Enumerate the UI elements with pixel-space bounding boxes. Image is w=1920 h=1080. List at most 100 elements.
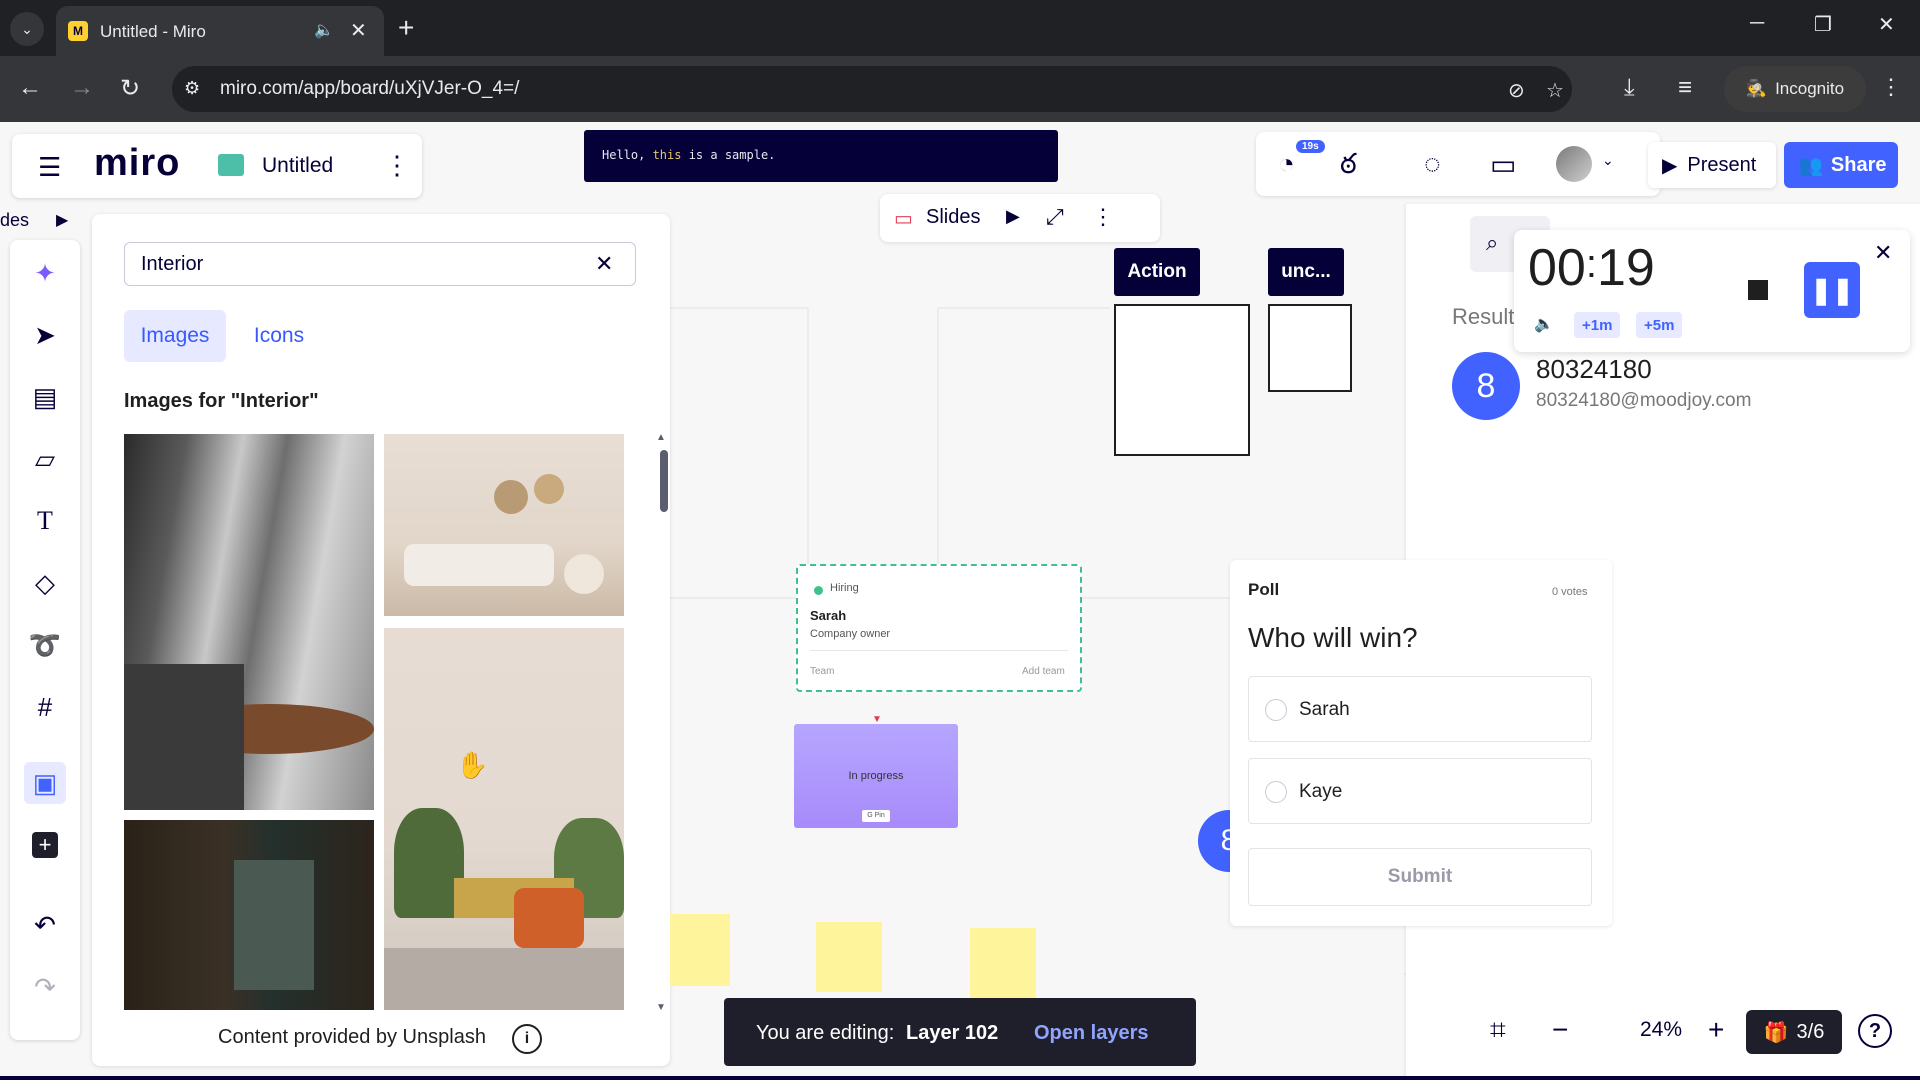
fit-to-screen-icon[interactable]: ⌗ (1490, 1014, 1506, 1047)
video-call-icon[interactable]: ▭ (1490, 148, 1516, 181)
user-name[interactable]: 80324180 (1536, 354, 1652, 385)
sticky-note[interactable] (816, 922, 882, 992)
pause-icon[interactable]: ❚❚ (1804, 262, 1860, 318)
lasso-icon[interactable]: ➰ (24, 624, 66, 666)
comments-icon[interactable]: ◌ (1424, 148, 1441, 180)
zoom-out-icon[interactable]: − (1552, 1014, 1568, 1046)
poll-radio[interactable] (1265, 781, 1287, 803)
poll-option[interactable]: Sarah (1248, 676, 1592, 742)
miro-board-canvas[interactable]: ☰ miro Untitled ⋮ des ▶ ✦ ➤ ▤ ▱ T ◇ ➰ # … (0, 122, 1920, 1080)
action-label[interactable]: Action (1114, 248, 1200, 296)
tab-title: Untitled - Miro (100, 22, 206, 41)
results-scrollbar[interactable] (660, 436, 668, 1012)
add-five-minutes-button[interactable]: +5m (1636, 312, 1683, 338)
redo-icon[interactable]: ↷ (24, 966, 66, 1008)
site-info-icon[interactable]: ⚙ (184, 78, 200, 99)
scrollbar-thumb[interactable] (660, 450, 668, 512)
shapes-icon[interactable]: ◇ (24, 562, 66, 604)
clear-search-icon[interactable]: ✕ (595, 251, 613, 277)
reload-icon[interactable]: ↻ (120, 74, 140, 103)
omnibox[interactable]: ⚙ miro.com/app/board/uXjVJer-O_4=/ ⊘ ☆ (172, 66, 1572, 112)
board-book-icon (218, 154, 244, 176)
poll-widget: Poll 0 votes Who will win? Sarah Kaye Su… (1230, 560, 1612, 926)
image-result[interactable] (124, 820, 374, 1010)
scroll-up-icon[interactable]: ▲ (656, 432, 666, 443)
share-button[interactable]: 👥 Share (1784, 142, 1898, 188)
image-result[interactable] (124, 434, 374, 810)
sticky-note[interactable] (670, 914, 730, 986)
slides-more-icon[interactable]: ⋮ (1092, 204, 1114, 230)
sample-code-banner[interactable]: Hello, this is a sample. (584, 130, 1058, 182)
sticky-note-icon[interactable]: ▱ (24, 438, 66, 480)
slide-counter[interactable]: 🎁 3/6 (1746, 1010, 1842, 1054)
board-more-icon[interactable]: ⋮ (384, 150, 410, 181)
scroll-down-icon[interactable]: ▼ (656, 1002, 666, 1013)
new-tab-plus-icon[interactable]: + (398, 12, 414, 44)
sticky-note[interactable] (970, 928, 1036, 998)
unc-label[interactable]: unc... (1268, 248, 1344, 296)
ai-sparkle-icon[interactable]: ✦ (24, 252, 66, 294)
tab-search-chevron-icon[interactable]: ⌄ (10, 12, 44, 46)
current-user-avatar[interactable] (1556, 146, 1592, 182)
image-search-input[interactable] (141, 253, 581, 276)
tracking-eye-off-icon[interactable]: ⊘ (1508, 78, 1525, 103)
image-result[interactable] (384, 434, 624, 616)
poll-option[interactable]: Kaye (1248, 758, 1592, 824)
image-result[interactable] (384, 628, 624, 1010)
hiring-card[interactable]: Hiring Sarah Company owner Team Add team (796, 564, 1082, 692)
templates-icon[interactable]: ▤ (24, 376, 66, 418)
bookmark-star-icon[interactable]: ☆ (1546, 78, 1564, 103)
slides-strip-label[interactable]: des (0, 210, 29, 231)
board-title[interactable]: Untitled (262, 154, 333, 178)
minimize-icon[interactable]: ─ (1750, 12, 1764, 35)
info-icon[interactable]: i (512, 1024, 542, 1054)
help-icon[interactable]: ? (1858, 1014, 1892, 1048)
poll-submit-button[interactable]: Submit (1248, 848, 1592, 906)
add-one-minute-button[interactable]: +1m (1574, 312, 1621, 338)
add-more-icon[interactable]: + (24, 824, 66, 866)
zoom-level[interactable]: 24% (1640, 1018, 1682, 1042)
action-box[interactable] (1114, 304, 1250, 456)
stop-icon[interactable] (1738, 270, 1778, 310)
open-layers-link[interactable]: Open layers (1034, 1022, 1149, 1045)
chevron-down-icon[interactable]: ⌄ (1602, 152, 1614, 169)
restore-icon[interactable]: ❐ (1814, 12, 1832, 37)
slides-button[interactable]: Slides (926, 206, 980, 229)
tab-icons[interactable]: Icons (244, 310, 314, 362)
tab-close-icon[interactable]: ✕ (350, 18, 367, 43)
in-progress-card[interactable]: In progress G Pin (794, 724, 958, 828)
timer-close-icon[interactable]: ✕ (1874, 240, 1892, 266)
image-search-icon[interactable]: ▣ (24, 762, 66, 804)
play-icon: ▶ (1662, 154, 1678, 177)
download-icon[interactable]: ⤓ (1624, 74, 1635, 102)
browser-tab[interactable]: M Untitled - Miro 🔈 ✕ (56, 6, 384, 56)
browser-menu-icon[interactable]: ⋮ (1880, 74, 1902, 100)
unc-box[interactable] (1268, 304, 1352, 392)
incognito-badge[interactable]: 🕵 Incognito (1724, 66, 1866, 112)
miro-logo[interactable]: miro (94, 142, 180, 185)
sound-icon[interactable]: 🔈 (1534, 314, 1554, 334)
tab-images[interactable]: Images (124, 310, 226, 362)
text-icon[interactable]: T (24, 500, 66, 542)
window-close-icon[interactable]: ✕ (1878, 12, 1895, 37)
tab-audio-icon[interactable]: 🔈 (314, 20, 334, 40)
fullscreen-icon[interactable]: ⤢ (1046, 204, 1064, 230)
hiring-status: Hiring (830, 582, 859, 594)
forward-arrow-icon[interactable]: → (70, 74, 94, 102)
main-menu-icon[interactable]: ☰ (38, 152, 61, 183)
slides-strip-play-icon[interactable]: ▶ (56, 210, 68, 230)
timer-icon[interactable]: ◔ (1278, 148, 1295, 180)
poll-question: Who will win? (1248, 622, 1418, 653)
url-text[interactable]: miro.com/app/board/uXjVJer-O_4=/ (220, 78, 519, 100)
media-queue-icon[interactable]: ≡ (1678, 74, 1692, 102)
add-team-link[interactable]: Add team (1022, 666, 1065, 677)
present-button[interactable]: ▶ Present (1648, 142, 1776, 188)
frame-icon[interactable]: # (24, 686, 66, 728)
undo-icon[interactable]: ↶ (24, 904, 66, 946)
select-arrow-icon[interactable]: ➤ (24, 314, 66, 356)
slides-play-icon[interactable]: ▶ (1006, 206, 1020, 227)
poll-radio[interactable] (1265, 699, 1287, 721)
reactions-icon[interactable]: ఠ (1340, 148, 1357, 187)
zoom-in-icon[interactable]: + (1708, 1014, 1724, 1046)
back-arrow-icon[interactable]: ← (18, 74, 42, 102)
